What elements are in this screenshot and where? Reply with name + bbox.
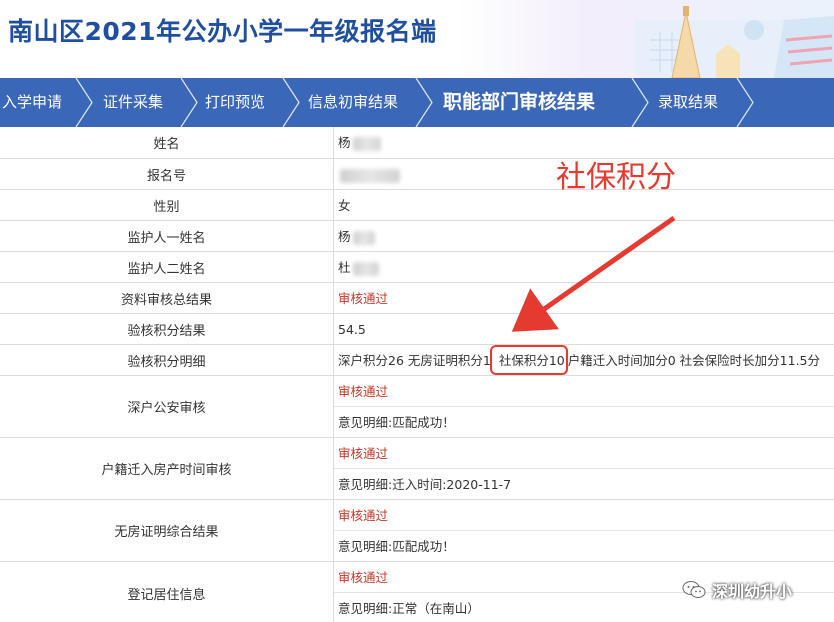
police-note: 意见明细:匹配成功！ xyxy=(338,415,455,430)
row-guardian2: 监护人二姓名 杜 xyxy=(0,252,834,283)
redacted-mask xyxy=(352,136,381,151)
hukou-status-cell: 审核通过 xyxy=(334,438,834,469)
redacted-mask xyxy=(340,168,400,183)
value-gender: 女 xyxy=(338,198,351,213)
step-apply[interactable]: 入学申请 xyxy=(2,78,62,127)
label-guardian2: 监护人二姓名 xyxy=(0,252,334,282)
label-guardian1: 监护人一姓名 xyxy=(0,221,334,251)
row-name: 姓名 杨 xyxy=(0,127,834,159)
no-house-status: 审核通过 xyxy=(338,508,389,523)
label-gender: 性别 xyxy=(0,190,334,220)
no-house-note-cell: 意见明细:匹配成功！ xyxy=(334,531,834,562)
step-navigation: 入学申请 证件采集 打印预览 信息初审结果 职能部门审核结果 录取结果 xyxy=(0,78,834,127)
page-title: 南山区2021年公办小学一年级报名端 xyxy=(8,17,437,46)
wechat-icon xyxy=(682,581,706,598)
step-documents[interactable]: 证件采集 xyxy=(103,78,163,127)
residence-note: 意见明细:正常（在南山） xyxy=(338,601,480,616)
annotation-label: 社保积分 xyxy=(556,160,676,195)
label-hukou-time: 户籍迁入房产时间审核 xyxy=(0,438,334,499)
score-detail-part3: 户籍迁入时间加分0 社会保险时长加分11.5分 xyxy=(567,353,821,368)
police-status: 审核通过 xyxy=(338,384,389,399)
redacted-mask xyxy=(352,261,379,276)
value-guardian1: 杨 xyxy=(338,221,375,252)
label-police: 深户公安审核 xyxy=(0,376,334,437)
row-guardian1: 监护人一姓名 杨 xyxy=(0,221,834,252)
value-guardian1-text: 杨 xyxy=(338,229,351,244)
watermark: 深圳幼升小 xyxy=(682,578,792,602)
row-score-detail: 验核积分明细 深户积分26 无房证明积分1 社保积分10 户籍迁入时间加分0 社会保… xyxy=(0,345,834,376)
value-reg-no xyxy=(338,159,400,190)
hukou-status: 审核通过 xyxy=(338,446,389,461)
row-hukou-time: 户籍迁入房产时间审核 审核通过 意见明细:迁入时间:2020-11-7 xyxy=(0,438,834,500)
header-banner: 南山区2021年公办小学一年级报名端 xyxy=(0,0,834,78)
value-guardian2: 杜 xyxy=(338,252,379,283)
hukou-note: 意见明细:迁入时间:2020-11-7 xyxy=(338,477,512,492)
banner-illustration xyxy=(584,6,834,78)
highlight-box xyxy=(490,345,568,375)
row-no-house: 无房证明综合结果 审核通过 意见明细:匹配成功！ xyxy=(0,500,834,562)
step-initial-review[interactable]: 信息初审结果 xyxy=(308,78,398,127)
no-house-status-cell: 审核通过 xyxy=(334,500,834,531)
police-note-cell: 意见明细:匹配成功！ xyxy=(334,407,834,438)
value-score: 54.5 xyxy=(338,322,366,337)
score-detail-part1: 深户积分26 无房证明积分1 xyxy=(338,353,491,368)
step-admission-result[interactable]: 录取结果 xyxy=(658,78,718,127)
step-department-review[interactable]: 职能部门审核结果 xyxy=(443,78,595,127)
row-gender: 性别 女 xyxy=(0,190,834,221)
value-overall: 审核通过 xyxy=(338,291,389,306)
police-status-cell: 审核通过 xyxy=(334,376,834,407)
label-score: 验核积分结果 xyxy=(0,314,334,344)
row-police: 深户公安审核 审核通过 意见明细:匹配成功！ xyxy=(0,376,834,438)
redacted-mask xyxy=(352,230,375,245)
label-score-detail: 验核积分明细 xyxy=(0,345,334,375)
value-name: 杨 xyxy=(338,127,381,158)
step-print-preview[interactable]: 打印预览 xyxy=(205,78,265,127)
value-guardian2-text: 杜 xyxy=(338,260,351,275)
hukou-note-cell: 意见明细:迁入时间:2020-11-7 xyxy=(334,469,834,500)
watermark-text: 深圳幼升小 xyxy=(712,582,793,601)
label-name: 姓名 xyxy=(0,127,334,158)
row-overall: 资料审核总结果 审核通过 xyxy=(0,283,834,314)
label-no-house: 无房证明综合结果 xyxy=(0,500,334,561)
label-reg-no: 报名号 xyxy=(0,159,334,189)
no-house-note: 意见明细:匹配成功！ xyxy=(338,539,455,554)
row-score: 验核积分结果 54.5 xyxy=(0,314,834,345)
value-score-detail: 深户积分26 无房证明积分1 社保积分10 户籍迁入时间加分0 社会保险时长加分11… xyxy=(338,345,820,376)
value-name-text: 杨 xyxy=(338,135,351,150)
label-overall: 资料审核总结果 xyxy=(0,283,334,313)
residence-status: 审核通过 xyxy=(338,570,389,585)
label-residence: 登记居住信息 xyxy=(0,562,334,622)
row-reg-no: 报名号 xyxy=(0,159,834,190)
